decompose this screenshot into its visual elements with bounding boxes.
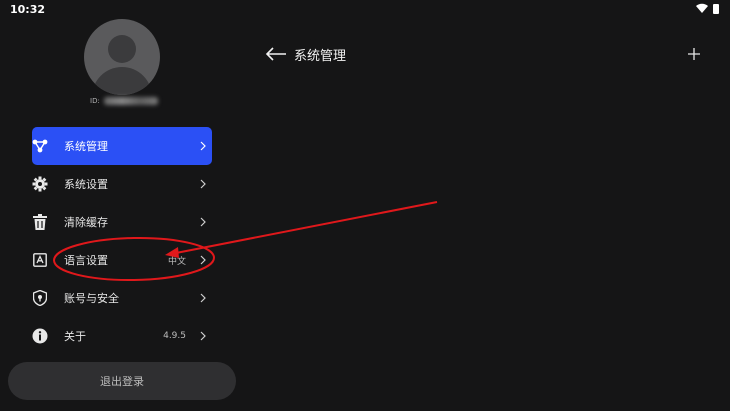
chevron-right-icon bbox=[196, 331, 210, 341]
menu-item-clear-cache[interactable]: 清除缓存 bbox=[32, 203, 212, 241]
page-title: 系统管理 bbox=[294, 48, 347, 64]
menu-item-about[interactable]: 关于 4.9.5 bbox=[32, 317, 212, 355]
battery-icon bbox=[713, 4, 719, 14]
chevron-right-icon bbox=[196, 179, 210, 189]
avatar-body-shape bbox=[92, 67, 152, 95]
user-id-redacted bbox=[103, 97, 158, 105]
chevron-right-icon bbox=[196, 293, 210, 303]
menu-item-label: 系统管理 bbox=[64, 140, 108, 153]
plus-icon bbox=[688, 45, 700, 64]
wifi-icon bbox=[696, 3, 708, 16]
logout-button[interactable]: 退出登录 bbox=[8, 362, 236, 400]
menu-item-label: 账号与安全 bbox=[64, 292, 119, 305]
info-icon bbox=[32, 328, 48, 344]
menu-item-label: 系统设置 bbox=[64, 178, 108, 191]
user-id: ID: bbox=[90, 97, 158, 105]
chevron-right-icon bbox=[196, 255, 210, 265]
page-header: 系统管理 bbox=[264, 40, 346, 68]
trash-icon bbox=[32, 214, 48, 230]
avatar[interactable] bbox=[84, 19, 160, 95]
back-arrow-icon[interactable] bbox=[264, 46, 288, 62]
menu-item-label: 关于 bbox=[64, 330, 86, 343]
sidebar: ID: 系统管理 系统设置 清除缓存 语言设置 中文 账号与安全 关于 4.9.… bbox=[0, 18, 244, 411]
menu-item-account-security[interactable]: 账号与安全 bbox=[32, 279, 212, 317]
menu-item-language-settings[interactable]: 语言设置 中文 bbox=[32, 241, 212, 279]
shield-icon bbox=[32, 290, 48, 306]
user-id-label: ID: bbox=[90, 97, 100, 105]
add-button[interactable] bbox=[684, 44, 704, 64]
clock: 10:32 bbox=[10, 3, 46, 16]
status-bar: 10:32 bbox=[0, 0, 730, 18]
menu-item-label: 清除缓存 bbox=[64, 216, 108, 229]
menu-item-value: 4.9.5 bbox=[163, 331, 186, 341]
gear-icon bbox=[32, 176, 48, 192]
menu-item-label: 语言设置 bbox=[64, 254, 108, 267]
avatar-head-shape bbox=[108, 35, 136, 63]
chevron-right-icon bbox=[196, 217, 210, 227]
menu-item-system-management[interactable]: 系统管理 bbox=[32, 127, 212, 165]
network-icon bbox=[32, 138, 48, 154]
settings-menu: 系统管理 系统设置 清除缓存 语言设置 中文 账号与安全 关于 4.9.5 bbox=[32, 127, 212, 355]
language-icon bbox=[32, 252, 48, 268]
chevron-right-icon bbox=[196, 141, 210, 151]
menu-item-system-settings[interactable]: 系统设置 bbox=[32, 165, 212, 203]
menu-item-value: 中文 bbox=[167, 256, 186, 267]
